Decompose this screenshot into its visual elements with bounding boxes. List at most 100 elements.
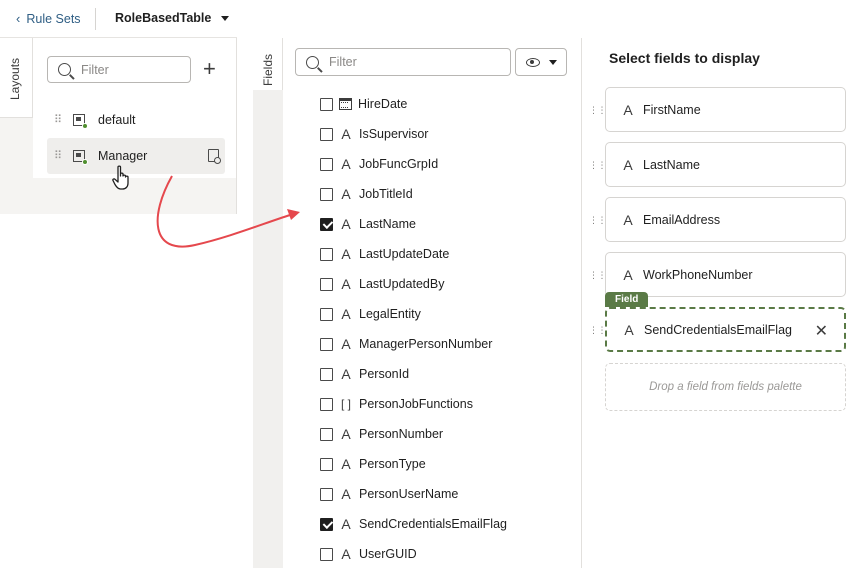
field-item[interactable]: A ManagerPersonNumber	[320, 329, 560, 359]
text-type-icon: A	[623, 266, 633, 283]
field-item[interactable]: A PersonUserName	[320, 479, 560, 509]
selected-field-row[interactable]: ⋮⋮ A EmailAddress	[587, 197, 849, 243]
field-item[interactable]: HireDate	[320, 89, 560, 119]
selected-field-row[interactable]: ⋮⋮ A SendCredentialsEmailFlag ✕	[587, 307, 849, 353]
text-type-icon: A	[341, 366, 351, 382]
field-item[interactable]: A SendCredentialsEmailFlag	[320, 509, 560, 539]
selected-field-card[interactable]: A FirstName	[605, 87, 846, 132]
text-type-icon: A	[341, 216, 351, 232]
layout-item-default[interactable]: ⠿ default	[47, 102, 225, 138]
text-type-icon: A	[341, 186, 351, 202]
selected-fields-title: Select fields to display	[609, 50, 760, 66]
array-icon: [ ]	[340, 397, 351, 411]
caret-down-icon	[548, 59, 557, 65]
fields-search-input[interactable]: Filter	[295, 48, 511, 76]
selected-field-row[interactable]: ⋮⋮ A FirstName	[587, 87, 849, 133]
text-type-icon: A	[341, 336, 351, 352]
field-label: HireDate	[358, 97, 408, 111]
ruleset-name: RoleBasedTable	[115, 11, 212, 25]
field-label: LastUpdatedBy	[359, 277, 445, 291]
layouts-search-input[interactable]: Filter	[47, 56, 191, 83]
text-type-icon: A	[341, 246, 351, 262]
eye-icon	[525, 57, 540, 67]
hand-cursor-icon	[112, 165, 129, 190]
top-bar: ‹ Rule Sets RoleBasedTable	[0, 0, 237, 38]
field-checkbox[interactable]	[320, 217, 333, 231]
drop-zone[interactable]: Drop a field from fields palette	[605, 363, 846, 411]
field-label: ManagerPersonNumber	[359, 337, 493, 351]
text-type-icon: A	[341, 126, 351, 142]
field-checkbox[interactable]	[320, 247, 333, 261]
field-item[interactable]: A PersonId	[320, 359, 560, 389]
back-to-rule-sets-link[interactable]: ‹ Rule Sets	[16, 11, 81, 26]
drag-handle-icon[interactable]: ⋮⋮	[589, 325, 607, 336]
field-label: LastUpdateDate	[359, 247, 450, 261]
field-item[interactable]: A LastUpdateDate	[320, 239, 560, 269]
selected-field-card[interactable]: A SendCredentialsEmailFlag ✕	[605, 307, 846, 352]
field-checkbox[interactable]	[320, 157, 333, 171]
selected-field-card[interactable]: A WorkPhoneNumber	[605, 252, 846, 297]
layouts-search-placeholder: Filter	[81, 62, 109, 77]
field-item[interactable]: A PersonType	[320, 449, 560, 479]
field-checkbox[interactable]	[320, 307, 333, 321]
field-checkbox[interactable]	[320, 367, 333, 381]
drag-handle-icon[interactable]: ⠿	[54, 151, 62, 162]
selected-field-row[interactable]: ⋮⋮ A LastName	[587, 142, 849, 188]
drag-handle-icon[interactable]: ⋮⋮	[589, 160, 607, 171]
field-checkbox[interactable]	[320, 277, 333, 291]
field-item[interactable]: A UserGUID	[320, 539, 560, 568]
add-layout-button[interactable]: +	[203, 58, 216, 80]
text-type-icon: A	[341, 156, 351, 172]
panel-fill	[33, 178, 236, 214]
field-checkbox[interactable]	[320, 337, 333, 351]
field-checkbox[interactable]	[320, 547, 333, 561]
drag-handle-icon[interactable]: ⋮⋮	[589, 270, 607, 281]
field-checkbox[interactable]	[320, 517, 333, 531]
drag-handle-icon[interactable]: ⠿	[54, 115, 62, 126]
layout-item-label: Manager	[98, 149, 148, 163]
field-item[interactable]: A LastUpdatedBy	[320, 269, 560, 299]
text-type-icon: A	[341, 306, 351, 322]
field-checkbox[interactable]	[320, 127, 333, 141]
field-checkbox[interactable]	[320, 487, 333, 501]
selected-field-card[interactable]: A EmailAddress	[605, 197, 846, 242]
text-type-icon: A	[341, 516, 351, 532]
drag-handle-icon[interactable]: ⋮⋮	[589, 105, 607, 116]
field-label: PersonNumber	[359, 427, 444, 441]
fields-search-placeholder: Filter	[329, 55, 357, 69]
field-checkbox[interactable]	[320, 457, 333, 471]
chevron-left-icon: ‹	[16, 11, 21, 26]
text-type-icon: A	[623, 101, 633, 118]
selected-field-label: FirstName	[643, 102, 701, 117]
ruleset-dropdown[interactable]: RoleBasedTable	[115, 11, 230, 25]
selected-field-label: LastName	[643, 157, 700, 172]
field-checkbox[interactable]	[320, 97, 333, 111]
selected-field-label: SendCredentialsEmailFlag	[644, 322, 792, 337]
field-checkbox[interactable]	[320, 187, 333, 201]
field-item[interactable]: A LastName	[320, 209, 560, 239]
toolbar-divider	[95, 8, 96, 30]
field-item[interactable]: A PersonNumber	[320, 419, 560, 449]
field-item[interactable]: A JobTitleId	[320, 179, 560, 209]
field-item[interactable]: A IsSupervisor	[320, 119, 560, 149]
field-item[interactable]: A LegalEntity	[320, 299, 560, 329]
field-label: PersonJobFunctions	[359, 397, 473, 411]
field-label: PersonId	[359, 367, 410, 381]
tab-layouts-label: Layouts	[8, 57, 22, 100]
field-item[interactable]: A JobFuncGrpId	[320, 149, 560, 179]
text-type-icon: A	[623, 211, 633, 228]
layout-item-manager[interactable]: ⠿ Manager	[47, 138, 225, 174]
text-type-icon: A	[341, 456, 351, 472]
field-item[interactable]: [ ] PersonJobFunctions	[320, 389, 560, 419]
field-checkbox[interactable]	[320, 397, 333, 411]
view-options-dropdown[interactable]	[515, 48, 567, 76]
selected-field-card[interactable]: A LastName	[605, 142, 846, 187]
field-label: PersonUserName	[359, 487, 459, 501]
close-icon[interactable]: ✕	[815, 321, 828, 341]
field-checkbox[interactable]	[320, 427, 333, 441]
tab-layouts[interactable]: Layouts	[0, 38, 33, 118]
drag-handle-icon[interactable]: ⋮⋮	[589, 215, 607, 226]
preview-icon[interactable]	[208, 149, 221, 164]
drag-field-badge: Field	[605, 292, 649, 307]
tab-fields[interactable]: Fields	[253, 38, 283, 568]
